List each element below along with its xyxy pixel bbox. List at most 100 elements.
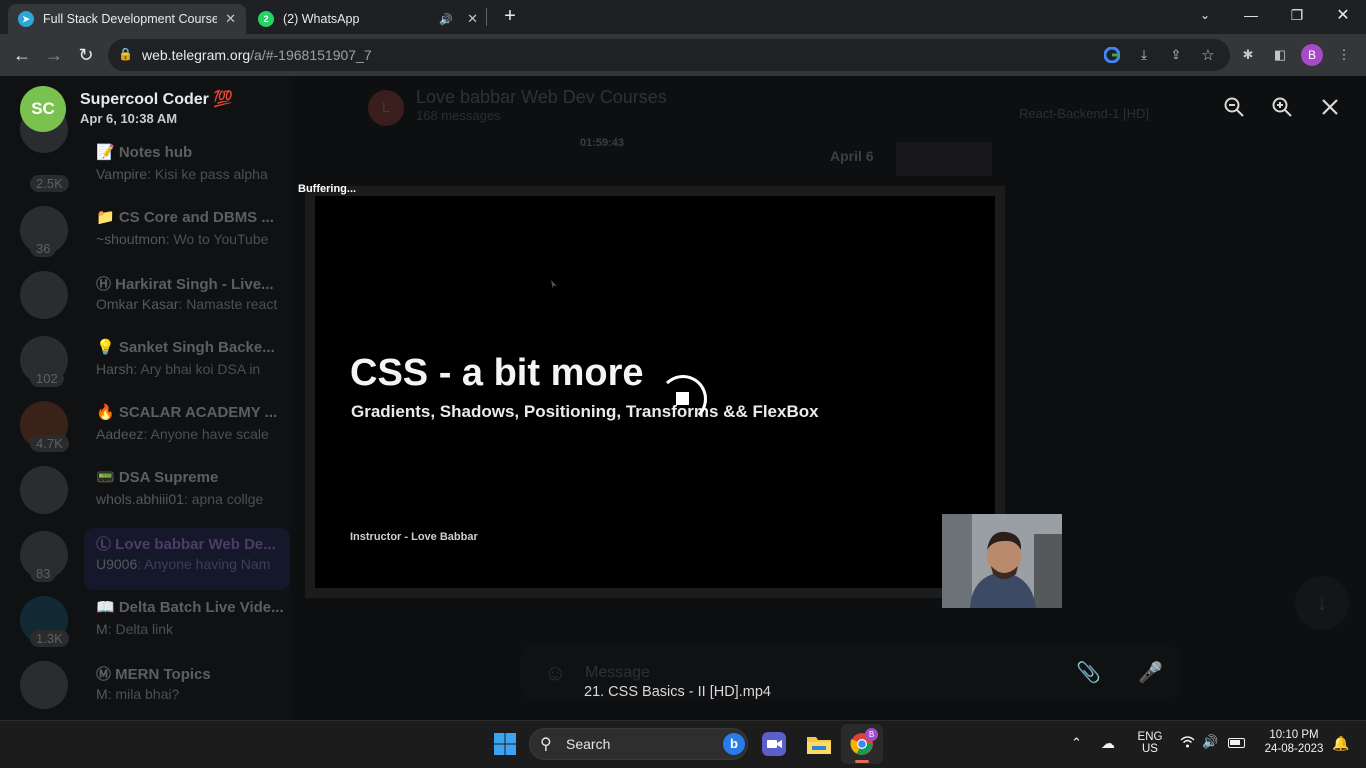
- extensions-icon[interactable]: ✱: [1238, 45, 1258, 65]
- chat-preview: Kisi ke pass alpha: [154, 166, 268, 182]
- video-duration: 01:59:43: [580, 137, 625, 149]
- close-glyph: [1322, 99, 1338, 115]
- unread-badge: 2.5K: [30, 175, 69, 192]
- emoji-icon[interactable]: ☺: [544, 660, 566, 686]
- url-host: web.telegram.org: [142, 47, 251, 63]
- restore-icon[interactable]: ❐: [1274, 0, 1320, 30]
- menu-kebab-icon[interactable]: ⋮: [1334, 45, 1354, 65]
- tab-title: Full Stack Development Course -: [43, 12, 218, 26]
- window-close-icon[interactable]: ✕: [1320, 0, 1366, 30]
- chat-name: Ⓜ MERN Topics: [96, 666, 211, 683]
- new-tab-icon[interactable]: +: [498, 4, 522, 28]
- chat-name: 📝 Notes hub: [96, 144, 193, 161]
- close-icon[interactable]: ✕: [225, 11, 236, 27]
- minimize-icon[interactable]: —: [1228, 0, 1274, 30]
- bing-icon[interactable]: b: [723, 733, 745, 755]
- attach-icon[interactable]: 📎: [1076, 660, 1101, 685]
- meet-video-icon[interactable]: [762, 732, 786, 756]
- chat-name: 📟 DSA Supreme: [96, 469, 219, 486]
- chat-row-active[interactable]: Ⓛ Love babbar Web De... U9006: Anyone ha…: [0, 525, 290, 590]
- chat-row[interactable]: Ⓗ Harkirat Singh - Live... Omkar Kasar: …: [0, 265, 290, 330]
- volume-icon[interactable]: 🔊: [1202, 734, 1218, 750]
- close-icon[interactable]: ✕: [467, 11, 478, 27]
- microphone-icon[interactable]: 🎤: [1138, 660, 1163, 685]
- chat-preview: Anyone having Nam: [144, 556, 271, 572]
- chat-preview: Namaste react: [186, 296, 278, 312]
- scroll-down-icon[interactable]: ↓: [1295, 576, 1349, 630]
- forward-icon[interactable]: →: [40, 41, 68, 69]
- wifi-icon[interactable]: [1180, 735, 1195, 751]
- chat-name: Ⓗ Harkirat Singh - Live...: [96, 276, 274, 293]
- chat-row[interactable]: 📟 DSA Supreme whols.abhiii01: apna collg…: [0, 460, 290, 525]
- buffering-label: Buffering...: [298, 183, 357, 195]
- sender-name[interactable]: Supercool Coder 💯: [80, 89, 233, 109]
- chat-row[interactable]: 💡 Sanket Singh Backe... Harsh: Ary bhai …: [0, 330, 290, 395]
- google-icon[interactable]: [1104, 47, 1120, 63]
- instructor-webcam-image: [942, 514, 1062, 608]
- back-icon[interactable]: ←: [8, 41, 36, 69]
- tray-overflow-icon[interactable]: ⌃: [1071, 735, 1082, 751]
- battery-level: [1230, 740, 1240, 745]
- taskbar-search-label[interactable]: Search: [566, 736, 610, 752]
- active-app-indicator: [855, 760, 869, 763]
- chat-row[interactable]: 📝 Notes hub Vampire: Kisi ke pass alpha …: [0, 105, 290, 200]
- composer-placeholder[interactable]: Message: [585, 664, 650, 682]
- search-icon: ⚲: [540, 736, 552, 753]
- sender-avatar[interactable]: SC: [20, 86, 66, 132]
- clock[interactable]: 10:10 PM 24-08-2023: [1256, 729, 1332, 755]
- chat-row[interactable]: 📖 Delta Batch Live Vide... M: Delta link…: [0, 590, 290, 655]
- media-preview-thumb: [896, 142, 992, 176]
- reload-icon[interactable]: ↻: [72, 41, 100, 69]
- chat-row[interactable]: 🔥 SCALAR ACADEMY ... Aadeez: Anyone have…: [0, 395, 290, 460]
- profile-avatar[interactable]: B: [1301, 44, 1323, 66]
- date-chip: April 6: [830, 148, 874, 164]
- tab-badge: 2: [263, 14, 269, 24]
- chat-preview: apna collge: [191, 491, 264, 507]
- stop-download-icon[interactable]: [676, 392, 689, 405]
- tab-telegram[interactable]: ➤ Full Stack Development Course - ✕: [8, 4, 246, 34]
- chat-header-title[interactable]: Love babbar Web Dev Courses: [416, 87, 667, 108]
- chat-row[interactable]: 📁 CS Core and DBMS ... ~shoutmon: Wo to …: [0, 200, 290, 265]
- lock-icon[interactable]: 🔒: [118, 47, 133, 63]
- unread-badge: 4.7K: [30, 435, 69, 452]
- chat-row[interactable]: Ⓜ MERN Topics M: mila bhai?: [0, 655, 290, 720]
- unread-badge: 83: [30, 565, 57, 582]
- share-icon[interactable]: ⇪: [1166, 45, 1186, 65]
- clock-time: 10:10 PM: [1269, 729, 1319, 741]
- slide-subtitle: Gradients, Shadows, Positioning, Transfo…: [351, 402, 819, 421]
- pinned-video-title[interactable]: React-Backend-1 [HD]: [1019, 106, 1149, 121]
- chat-avatar: [20, 271, 68, 319]
- tab-whatsapp[interactable]: 2 (2) WhatsApp 🔊 ✕: [248, 4, 488, 34]
- battery-icon[interactable]: [1228, 738, 1245, 748]
- chat-avatar: [20, 661, 68, 709]
- taskbar-search[interactable]: [529, 728, 748, 760]
- onedrive-cloud-icon[interactable]: ☁: [1101, 735, 1115, 752]
- file-explorer-icon[interactable]: [806, 732, 832, 756]
- tab-divider: [486, 8, 487, 26]
- side-panel-icon[interactable]: ◧: [1270, 45, 1290, 65]
- chat-name: 🔥 SCALAR ACADEMY ...: [96, 404, 278, 421]
- url-text[interactable]: web.telegram.org/a/#-1968151907_7: [142, 47, 372, 63]
- windows-start-icon[interactable]: [493, 732, 517, 756]
- language-indicator[interactable]: ENG US: [1134, 731, 1166, 755]
- speaker-icon[interactable]: 🔊: [439, 13, 453, 26]
- zoom-in-icon[interactable]: [1267, 92, 1297, 122]
- zoom-out-icon[interactable]: [1219, 92, 1249, 122]
- bookmark-star-icon[interactable]: ☆: [1198, 45, 1218, 65]
- chat-avatar: [20, 466, 68, 514]
- install-icon[interactable]: ⤓: [1134, 45, 1154, 65]
- notification-bell-icon[interactable]: 🔔: [1332, 735, 1349, 752]
- chat-sender: Omkar Kasar: [96, 296, 179, 312]
- close-viewer-icon[interactable]: [1315, 92, 1345, 122]
- unread-badge: 36: [30, 240, 57, 257]
- url-path: /a/#-1968151907_7: [250, 47, 372, 63]
- language-code: ENG: [1137, 731, 1163, 743]
- chat-preview: Delta link: [115, 621, 174, 637]
- chat-sender: Aadeez: [96, 426, 144, 442]
- windows-logo: [494, 733, 516, 755]
- chat-name: 💡 Sanket Singh Backe...: [96, 339, 275, 356]
- chat-name: 📖 Delta Batch Live Vide...: [96, 599, 284, 616]
- chat-preview: Anyone have scale: [150, 426, 269, 442]
- tab-search-icon[interactable]: ⌄: [1182, 0, 1228, 30]
- telegram-icon: ➤: [18, 11, 34, 27]
